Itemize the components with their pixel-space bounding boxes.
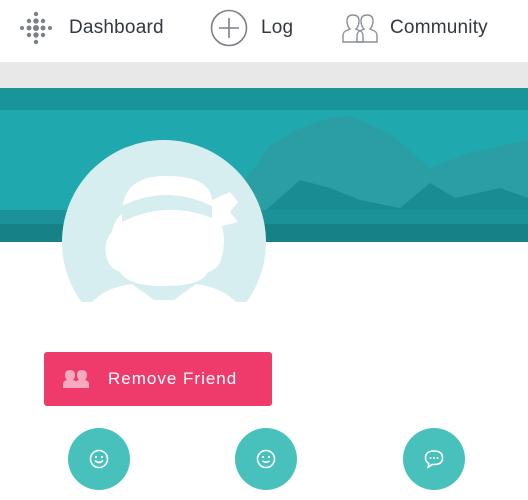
- people-icon: [342, 14, 378, 43]
- nav-community[interactable]: Community: [338, 0, 488, 56]
- fitbit-dots-icon: [20, 11, 52, 45]
- nav-dashboard[interactable]: Dashboard: [16, 0, 164, 56]
- smiley-icon: [256, 449, 276, 469]
- nav-dashboard-label: Dashboard: [69, 17, 164, 38]
- top-nav: Dashboard Log Community: [0, 0, 528, 62]
- smiley-icon: [89, 449, 109, 469]
- remove-friend-button[interactable]: Remove Friend: [44, 352, 272, 406]
- nav-community-label: Community: [390, 17, 488, 38]
- remove-friend-label: Remove Friend: [108, 369, 238, 388]
- divider-strip: [0, 62, 528, 88]
- taunt-button[interactable]: [235, 428, 297, 490]
- message-button[interactable]: [403, 428, 465, 490]
- chat-bubble-icon: [424, 450, 444, 469]
- nav-log-label: Log: [261, 17, 294, 38]
- plus-circle-icon: [210, 9, 248, 47]
- default-avatar-icon: [62, 140, 266, 302]
- nav-log[interactable]: Log: [210, 0, 293, 56]
- cheer-button[interactable]: [68, 428, 130, 490]
- people-icon: [63, 370, 89, 388]
